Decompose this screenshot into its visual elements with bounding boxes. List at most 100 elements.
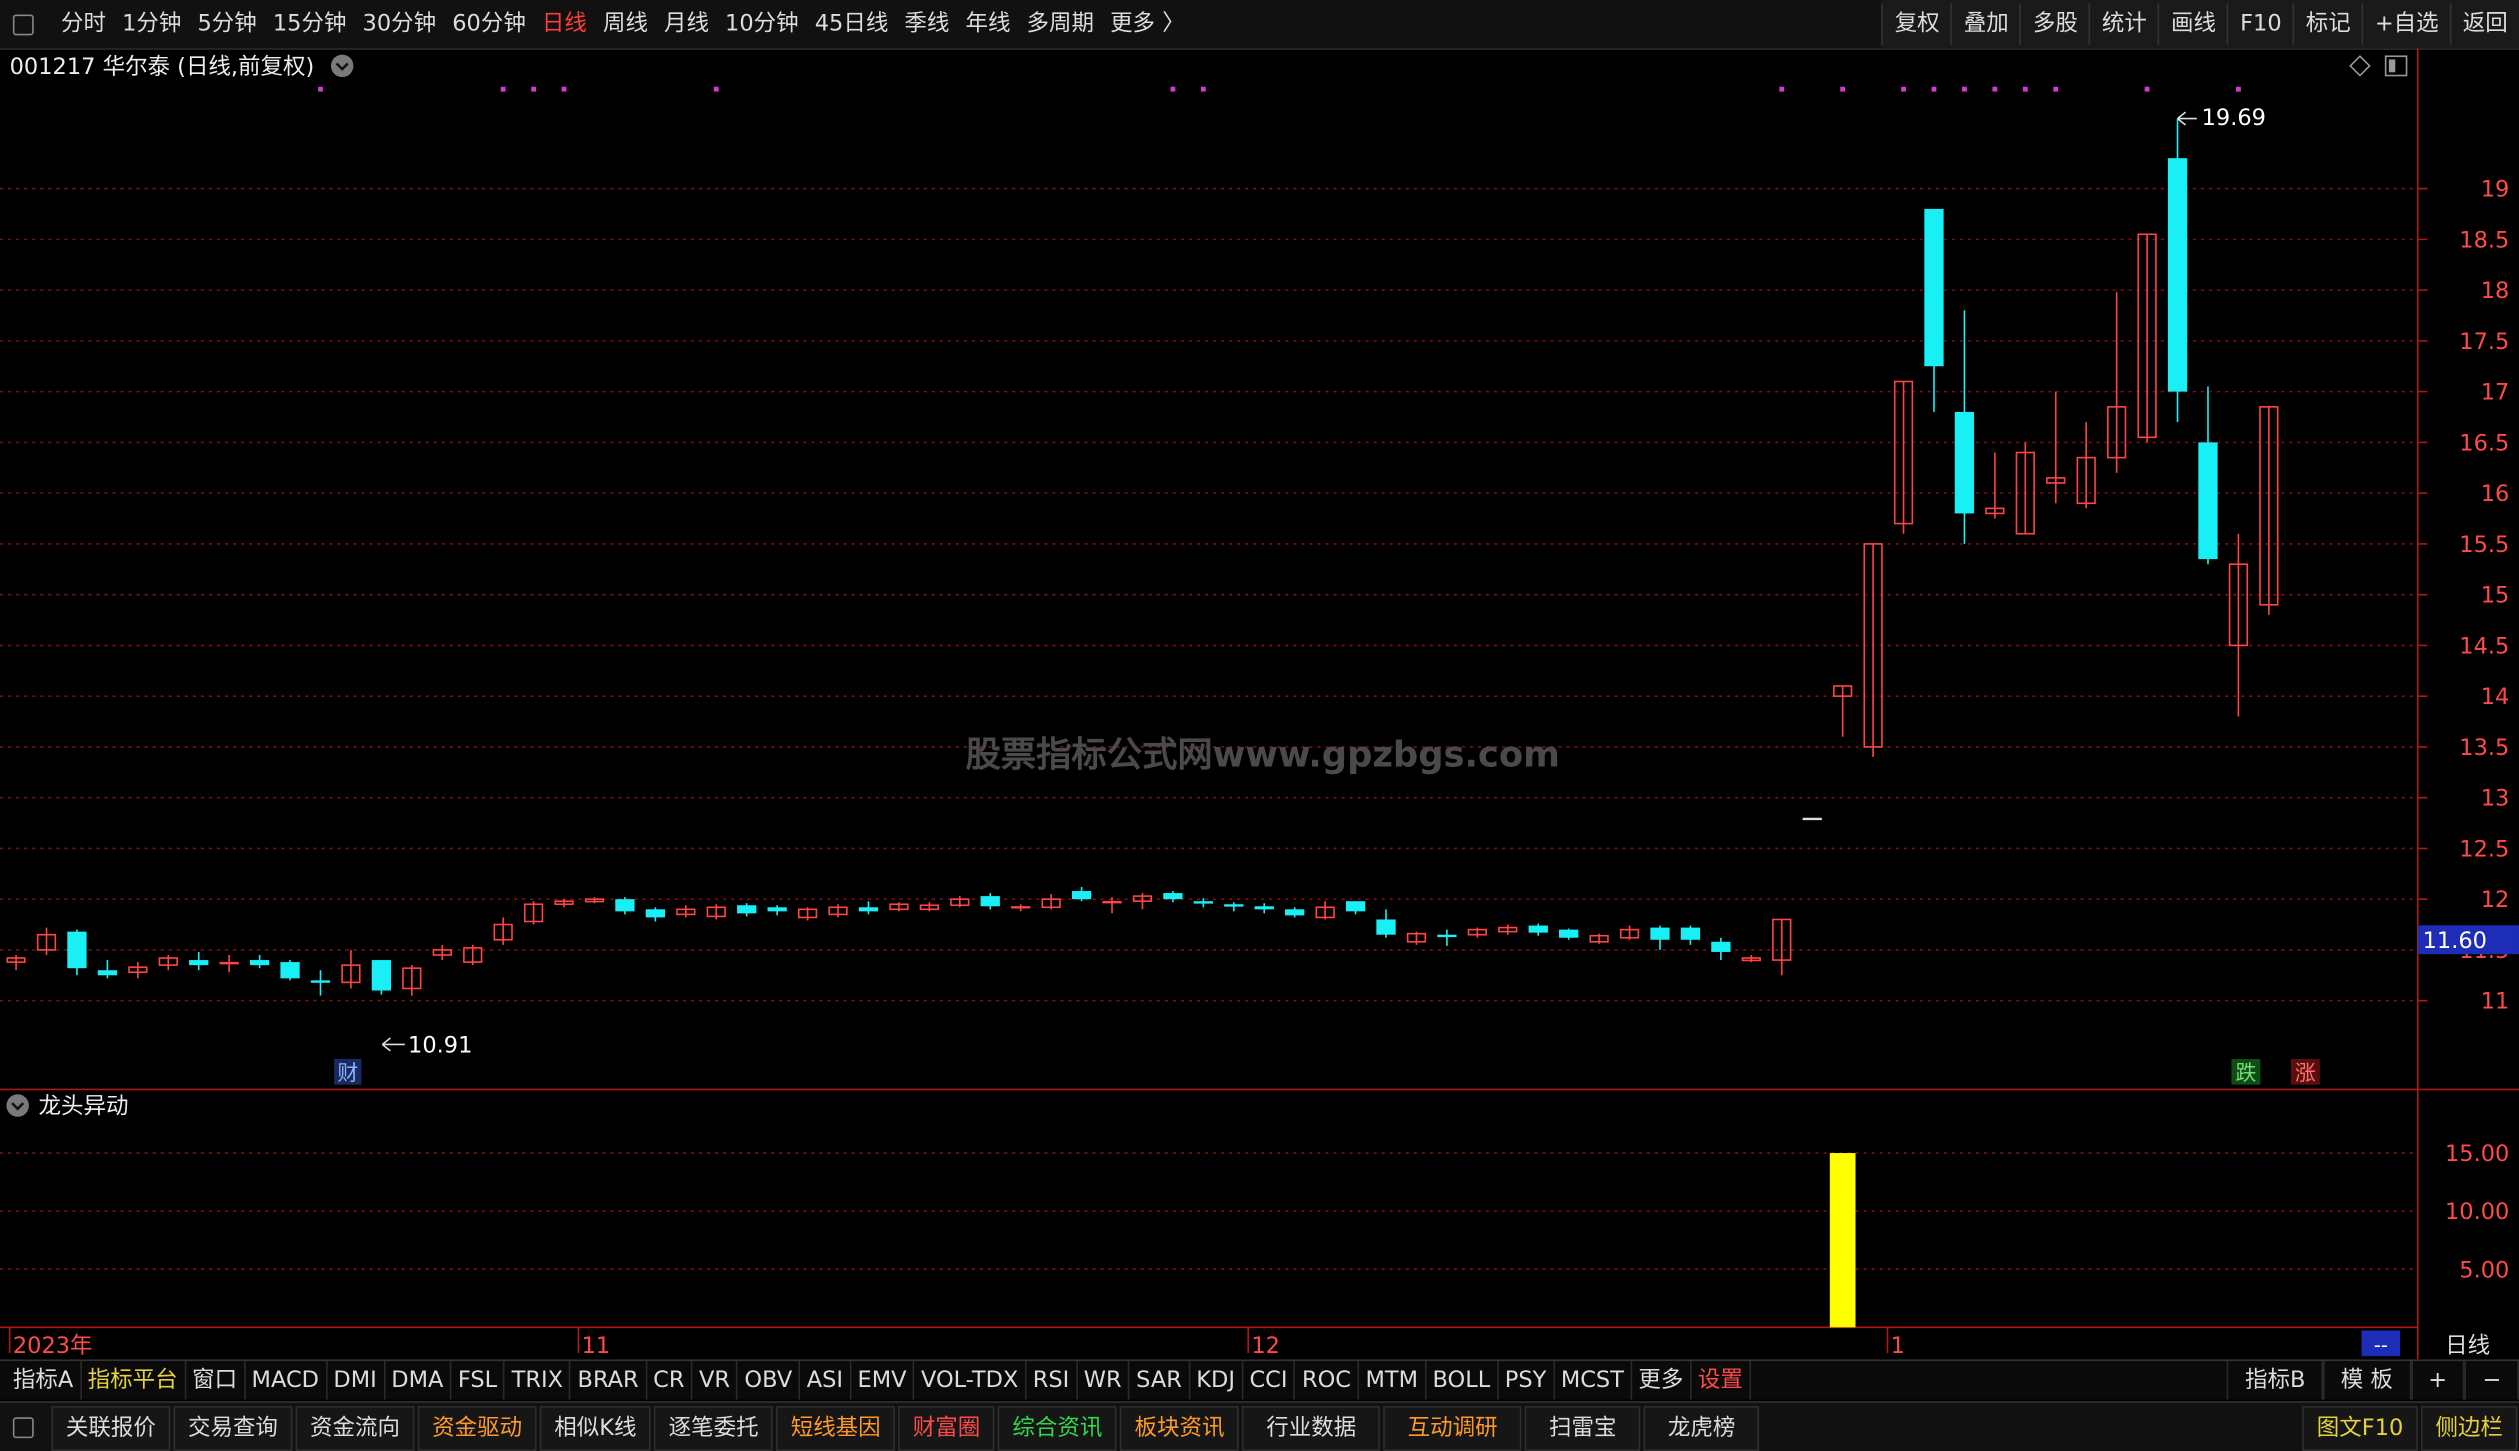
- bottom-right-button-1[interactable]: 侧边栏: [2420, 1405, 2518, 1451]
- period-tab-11[interactable]: 季线: [896, 0, 957, 48]
- toolbar-button-0[interactable]: 复权: [1881, 3, 1951, 45]
- indicator-right-button-0[interactable]: 指标B: [2227, 1361, 2324, 1400]
- toolbar-button-2[interactable]: 多股: [2019, 3, 2089, 45]
- candle-body: [249, 960, 270, 966]
- indicator-tab-kdj[interactable]: KDJ: [1190, 1361, 1244, 1400]
- candle: [1406, 931, 1427, 945]
- bottom-tab-13[interactable]: 龙虎榜: [1643, 1405, 1760, 1451]
- indicator-right-button-3[interactable]: −: [2464, 1361, 2519, 1400]
- bottom-tab-11[interactable]: 互动调研: [1383, 1405, 1522, 1451]
- bottom-tab-3[interactable]: 资金驱动: [417, 1405, 537, 1451]
- diamond-icon[interactable]: [2349, 55, 2371, 77]
- indicator-tab-trix[interactable]: TRIX: [505, 1361, 572, 1400]
- corner-dash[interactable]: --: [2374, 1333, 2388, 1356]
- period-tab-4[interactable]: 30分钟: [355, 0, 445, 48]
- bottom-tab-5[interactable]: 逐笔委托: [654, 1405, 774, 1451]
- indicator-tab-vol-tdx[interactable]: VOL-TDX: [915, 1361, 1027, 1400]
- subchart-collapse-icon[interactable]: [6, 1094, 29, 1117]
- toolbar-button-6[interactable]: 标记: [2292, 3, 2362, 45]
- toolbar-button-4[interactable]: 画线: [2158, 3, 2227, 45]
- bottom-tabs: 关联报价 交易查询 资金流向 资金驱动 相似K线 逐笔委托 短线基因 财富圈 综合资讯 板块资讯行…: [50, 1405, 1761, 1451]
- indicator-tab-roc[interactable]: ROC: [1296, 1361, 1360, 1400]
- toolbar-button-7[interactable]: +自选: [2361, 3, 2450, 45]
- candle-body: [1071, 891, 1092, 900]
- bottom-tab-1[interactable]: 交易查询: [173, 1405, 293, 1451]
- period-tab-0[interactable]: 分时: [53, 0, 114, 48]
- panel-toggle-fill: [2388, 59, 2396, 73]
- bottom-tab-12[interactable]: 扫雷宝: [1524, 1405, 1641, 1451]
- candle: [280, 960, 300, 981]
- candle: [1833, 685, 1853, 737]
- indicator-tab-brar[interactable]: BRAR: [571, 1361, 647, 1400]
- y-tick-label: 16: [2481, 481, 2510, 507]
- indicator-tab-psy[interactable]: PSY: [1498, 1361, 1555, 1400]
- bottom-tab-7[interactable]: 财富圈: [898, 1405, 995, 1451]
- indicator-tab-macd[interactable]: MACD: [245, 1361, 327, 1400]
- candle: [1437, 929, 1457, 946]
- indicator-tab-asi[interactable]: ASI: [800, 1361, 852, 1400]
- bottom-right-button-0[interactable]: 图文F10: [2302, 1405, 2418, 1451]
- indicator-tab-vr[interactable]: VR: [693, 1361, 739, 1400]
- candle-body: [615, 899, 635, 912]
- bottom-tab-8[interactable]: 综合资讯: [997, 1405, 1117, 1451]
- period-tab-2[interactable]: 5分钟: [189, 0, 264, 48]
- candle: [980, 893, 1000, 910]
- panel-toggle-icon[interactable]: [2384, 55, 2408, 77]
- period-tab-10[interactable]: 45日线: [807, 0, 897, 48]
- period-tab-1[interactable]: 1分钟: [114, 0, 189, 48]
- indicator-tab-cci[interactable]: CCI: [1243, 1361, 1296, 1400]
- period-tab-8[interactable]: 月线: [656, 0, 717, 48]
- indicator-tab-wr[interactable]: WR: [1077, 1361, 1130, 1400]
- subchart-title: 龙头异动: [39, 1094, 129, 1120]
- zhang-badge[interactable]: 涨: [2295, 1061, 2316, 1085]
- bottom-tab-2[interactable]: 资金流向: [295, 1405, 415, 1451]
- period-tab-5[interactable]: 60分钟: [444, 0, 534, 48]
- period-tab-13[interactable]: 多周期: [1018, 0, 1102, 48]
- indicator-right-button-2[interactable]: +: [2410, 1361, 2465, 1400]
- indicator-tab-dmi[interactable]: DMI: [327, 1361, 385, 1400]
- period-tab-3[interactable]: 15分钟: [265, 0, 355, 48]
- toolbar-button-5[interactable]: F10: [2227, 3, 2293, 45]
- indicator-tab-rsi[interactable]: RSI: [1026, 1361, 1078, 1400]
- panel-icon[interactable]: [12, 1417, 34, 1439]
- indicator-tab-2[interactable]: 窗口: [186, 1361, 246, 1400]
- indicator-tab-cr[interactable]: CR: [647, 1361, 693, 1400]
- period-tab-12[interactable]: 年线: [957, 0, 1018, 48]
- toolbar-button-8[interactable]: 返回: [2449, 3, 2519, 45]
- period-tab-14[interactable]: 更多 〉: [1102, 0, 1193, 48]
- y-tick-label: 11: [2481, 989, 2510, 1015]
- indicator-tab-25[interactable]: 更多: [1632, 1361, 1692, 1400]
- candle: [1376, 909, 1396, 938]
- die-badge[interactable]: 跌: [2235, 1061, 2256, 1085]
- indicator-tab-a[interactable]: 指标A: [6, 1361, 82, 1400]
- title-dropdown-icon[interactable]: [330, 54, 354, 78]
- candle: [371, 960, 392, 995]
- candle-body: [2198, 442, 2218, 560]
- indicator-tab-mtm[interactable]: MTM: [1359, 1361, 1427, 1400]
- bottom-tab-4[interactable]: 相似K线: [539, 1405, 651, 1451]
- indicator-tab-mcst[interactable]: MCST: [1554, 1361, 1632, 1400]
- indicator-tab-obv[interactable]: OBV: [738, 1361, 801, 1400]
- indicator-tab-sar[interactable]: SAR: [1130, 1361, 1190, 1400]
- indicator-right-button-1[interactable]: 模 板: [2323, 1361, 2411, 1400]
- period-tab-6[interactable]: 日线: [534, 0, 595, 48]
- indicator-tab-emv[interactable]: EMV: [851, 1361, 915, 1400]
- candle: [249, 954, 270, 969]
- bottom-tab-9[interactable]: 板块资讯: [1120, 1405, 1239, 1451]
- price-chart[interactable]: 股票指标公式网www.gpzbgs.com 19 18.5 18 17.5 17 16.5…: [0, 48, 2519, 1360]
- period-tab-9[interactable]: 10分钟: [717, 0, 807, 48]
- indicator-tab-fsl[interactable]: FSL: [451, 1361, 506, 1400]
- toolbar-button-1[interactable]: 叠加: [1950, 3, 2020, 45]
- y-tick-label: 18: [2481, 278, 2510, 304]
- toolbar-button-3[interactable]: 统计: [2089, 3, 2158, 45]
- indicator-tab-26[interactable]: 设置: [1691, 1361, 1751, 1400]
- bottom-tab-6[interactable]: 短线基因: [776, 1405, 896, 1451]
- indicator-tab-boll[interactable]: BOLL: [1426, 1361, 1499, 1400]
- window-icon[interactable]: [12, 13, 34, 35]
- cai-badge[interactable]: 财: [337, 1061, 358, 1085]
- bottom-tab-0[interactable]: 关联报价: [51, 1405, 171, 1451]
- indicator-tab-1[interactable]: 指标平台: [81, 1361, 186, 1400]
- bottom-tab-10[interactable]: 行业数据: [1242, 1405, 1381, 1451]
- period-tab-7[interactable]: 周线: [595, 0, 656, 48]
- indicator-tab-dma[interactable]: DMA: [385, 1361, 452, 1400]
